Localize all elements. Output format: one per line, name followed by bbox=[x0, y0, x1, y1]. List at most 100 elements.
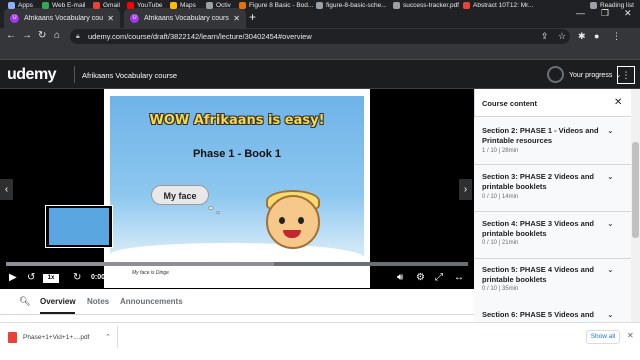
download-item[interactable]: Phase+1+Vid+1+....pdf ⌃ bbox=[8, 326, 118, 348]
tab-overview[interactable]: Overview bbox=[40, 297, 76, 306]
bookmark-abstract[interactable]: Abstract 10T12: Mr... bbox=[463, 2, 533, 9]
profile-avatar-icon[interactable]: ● bbox=[594, 31, 599, 41]
slide-title: WOW Afrikaans is easy! bbox=[149, 113, 325, 128]
previous-lecture-button[interactable]: ‹ bbox=[0, 179, 13, 200]
maximize-icon[interactable]: ❐ bbox=[601, 8, 609, 19]
tab-announcements[interactable]: Announcements bbox=[120, 297, 183, 306]
course-title[interactable]: Afrikaans Vocabulary course bbox=[82, 71, 177, 80]
browser-tab-1[interactable]: U Afrikaans Vocabulary course | Ud ✕ bbox=[4, 8, 120, 28]
bookmark-label: success-tracker.pdf bbox=[403, 2, 459, 9]
bookmark-figure8[interactable]: Figure 8 Basic - Bod... bbox=[239, 2, 313, 9]
chevron-up-icon[interactable]: ⌃ bbox=[105, 333, 111, 341]
bookmark-label: Apps bbox=[18, 2, 33, 9]
section-meta: 0 / 10 | 35min bbox=[482, 286, 519, 292]
section-title: Section 2: PHASE 1 - Videos and Printabl… bbox=[482, 126, 599, 145]
close-icon[interactable]: ✕ bbox=[614, 97, 622, 108]
url-text: udemy.com/course/draft/3822142/learn/lec… bbox=[88, 32, 312, 41]
fullscreen-icon[interactable]: ⤢ bbox=[435, 272, 443, 283]
bookmark-octiv[interactable]: Octiv bbox=[206, 2, 231, 9]
sidebar-scrollbar-thumb[interactable] bbox=[632, 142, 639, 238]
bookmark-label: YouTube bbox=[137, 2, 163, 9]
close-tab-icon[interactable]: ✕ bbox=[233, 14, 240, 23]
playback-speed-button[interactable]: 1x bbox=[43, 274, 59, 283]
more-options-button[interactable]: ⋮ bbox=[617, 66, 635, 84]
search-icon[interactable]: 🔍︎ bbox=[19, 296, 30, 307]
octiv-icon bbox=[206, 2, 213, 9]
browser-tab-2[interactable]: U Afrikaans Vocabulary course | Ud ✕ bbox=[124, 8, 246, 28]
close-icon[interactable]: ✕ bbox=[627, 331, 634, 340]
video-time: 0:00 / 3:02 bbox=[91, 274, 125, 281]
forward-icon[interactable]: → bbox=[22, 30, 32, 41]
bookmark-label: Web E-mail bbox=[52, 2, 86, 9]
progress-bar-buffered bbox=[6, 262, 274, 266]
bookmark-label: figure-8-basic-sche... bbox=[326, 2, 387, 9]
volume-icon[interactable]: 🔊︎ bbox=[397, 272, 403, 283]
bookmark-success-tracker[interactable]: success-tracker.pdf bbox=[393, 2, 459, 9]
gmail-icon bbox=[93, 2, 100, 9]
thumbnail-image bbox=[49, 208, 109, 245]
home-icon[interactable]: ⌂ bbox=[54, 30, 60, 41]
bottom-strip bbox=[0, 350, 640, 360]
email-icon bbox=[42, 2, 49, 9]
chevron-down-icon[interactable]: ⌄ bbox=[607, 265, 614, 274]
bookmark-web-email[interactable]: Web E-mail bbox=[42, 2, 85, 9]
expand-icon[interactable]: ↔ bbox=[454, 272, 464, 283]
your-progress-label: Your progress bbox=[569, 72, 613, 79]
menu-kebab-icon[interactable]: ⋮ bbox=[612, 31, 621, 42]
download-filename: Phase+1+Vid+1+....pdf bbox=[23, 333, 90, 341]
section-meta: 0 / 10 | 14min bbox=[482, 194, 519, 200]
thought-bubble bbox=[208, 206, 214, 210]
caption-text: My face is Dinge bbox=[132, 270, 169, 276]
bookmark-label: Octiv bbox=[216, 2, 231, 9]
udemy-logo[interactable]: udemy bbox=[7, 66, 57, 84]
section-title: Section 3: PHASE 2 Videos and printable … bbox=[482, 172, 594, 191]
close-tab-icon[interactable]: ✕ bbox=[107, 14, 114, 23]
bookmark-label: Maps bbox=[180, 2, 196, 9]
page-icon bbox=[463, 2, 470, 9]
bookmark-figure8-scheme[interactable]: figure-8-basic-sche... bbox=[316, 2, 387, 9]
bookmark-maps[interactable]: Maps bbox=[170, 2, 196, 9]
bookmark-star-icon[interactable]: ☆ bbox=[558, 31, 566, 42]
scrub-preview-thumbnail bbox=[45, 205, 113, 248]
chevron-down-icon[interactable]: ⌄ bbox=[607, 310, 614, 319]
new-tab-button[interactable]: + bbox=[249, 10, 256, 24]
show-all-button[interactable]: Show all bbox=[586, 330, 620, 344]
chevron-down-icon[interactable]: ⌄ bbox=[607, 172, 614, 181]
pdf-file-icon bbox=[8, 331, 17, 343]
section-meta: 0 / 10 | 21min bbox=[482, 240, 519, 246]
url-input[interactable]: 🔒︎ udemy.com/course/draft/3822142/learn/… bbox=[70, 29, 570, 44]
udemy-favicon-icon: U bbox=[10, 13, 19, 23]
youtube-icon bbox=[127, 2, 134, 9]
page-icon bbox=[239, 2, 246, 9]
back-icon[interactable]: ← bbox=[6, 30, 16, 41]
bookmark-label: Gmail bbox=[103, 2, 120, 9]
reading-list-icon bbox=[590, 2, 597, 9]
slide-subtitle: Phase 1 - Book 1 bbox=[192, 148, 282, 160]
maps-icon bbox=[170, 2, 177, 9]
page-icon bbox=[393, 2, 400, 9]
extensions-icon[interactable]: ✱ bbox=[578, 31, 586, 42]
chevron-down-icon[interactable]: ⌄ bbox=[607, 126, 614, 135]
share-icon[interactable]: ⇪ bbox=[541, 31, 549, 42]
bookmark-gmail[interactable]: Gmail bbox=[93, 2, 120, 9]
your-progress-button[interactable]: Your progress ⌄ bbox=[569, 71, 621, 79]
section-title: Section 6: PHASE 5 Videos and bbox=[482, 310, 594, 319]
progress-ring-icon[interactable] bbox=[547, 66, 564, 83]
cartoon-eye bbox=[298, 217, 304, 224]
thought-bubble bbox=[216, 211, 220, 214]
chevron-down-icon[interactable]: ⌄ bbox=[607, 219, 614, 228]
settings-gear-icon[interactable]: ⚙ bbox=[416, 272, 425, 283]
bookmark-apps[interactable]: Apps bbox=[8, 2, 33, 9]
reload-icon[interactable]: ↻ bbox=[38, 30, 46, 41]
minimize-icon[interactable]: — bbox=[576, 8, 585, 18]
bookmark-youtube[interactable]: YouTube bbox=[127, 2, 163, 9]
play-icon[interactable]: ▶ bbox=[9, 272, 17, 283]
next-lecture-button[interactable]: › bbox=[459, 179, 472, 200]
rewind-icon[interactable]: ↺ bbox=[27, 272, 35, 283]
lock-icon: 🔒︎ bbox=[76, 33, 80, 40]
window-close-icon[interactable]: ✕ bbox=[624, 8, 632, 19]
tab-notes[interactable]: Notes bbox=[87, 297, 109, 306]
reading-list[interactable]: Reading list bbox=[590, 2, 634, 9]
bookmark-label: Figure 8 Basic - Bod... bbox=[249, 2, 314, 9]
forward-icon[interactable]: ↻ bbox=[73, 272, 81, 283]
